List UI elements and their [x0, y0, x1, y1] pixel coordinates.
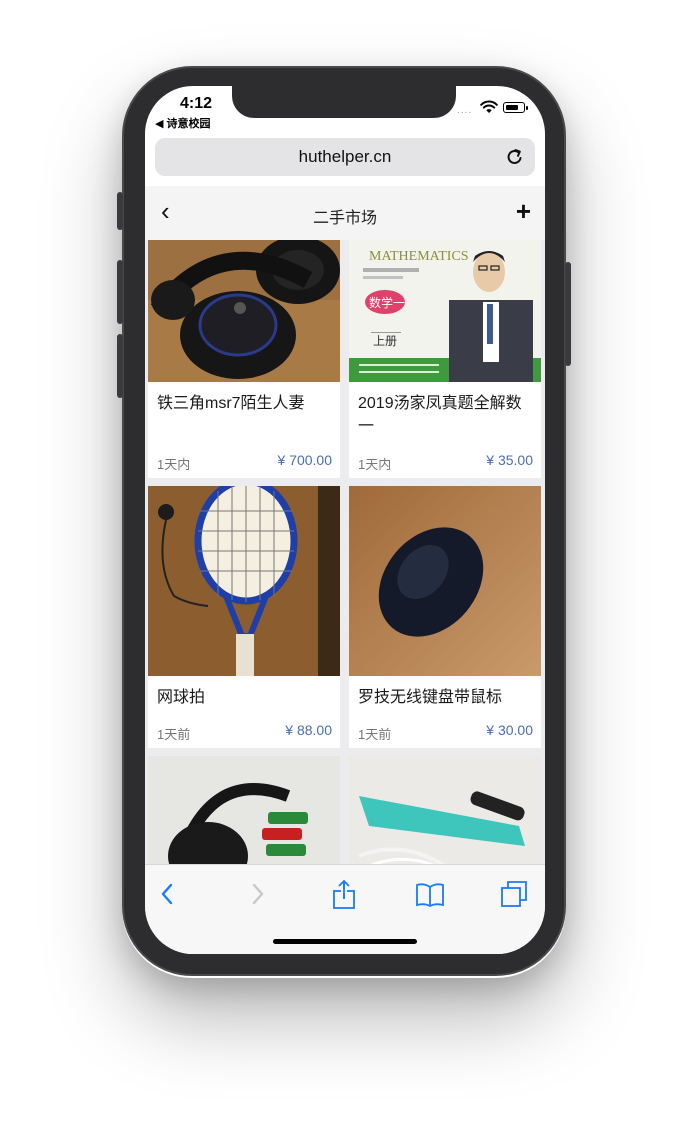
product-grid: 铁三角msr7陌生人妻 1天内 ¥ 700.00 MATHEMATICS 数学一…: [145, 240, 545, 864]
book-cover-volume: 上册: [373, 334, 397, 348]
status-time: 4:12: [180, 95, 213, 112]
volume-up-button: [117, 260, 123, 324]
product-card[interactable]: MATHEMATICS 数学一 上册 2019汤家凤真题全解数一 1天内 ¥ 3…: [349, 240, 541, 478]
product-image-book-cover: MATHEMATICS 数学一 上册: [349, 240, 541, 382]
signal-icon: ....: [457, 105, 473, 116]
product-card[interactable]: 铁三角msr7陌生人妻 1天内 ¥ 700.00: [148, 240, 340, 478]
product-price: ¥ 35.00: [486, 452, 533, 468]
product-title[interactable]: 网球拍: [157, 686, 332, 709]
product-time: 1天前: [157, 727, 191, 742]
reload-icon[interactable]: [505, 147, 525, 167]
back-icon[interactable]: [153, 879, 183, 909]
phone-screen: 4:12 ◀ 诗意校园 .... huthelper.cn ‹ 二手市场 + 铁…: [145, 86, 545, 954]
product-price: ¥ 30.00: [486, 722, 533, 738]
product-image-headphones: [148, 240, 340, 382]
address-bar[interactable]: huthelper.cn: [155, 138, 535, 176]
product-card[interactable]: 网球拍 1天前 ¥ 88.00: [148, 486, 340, 748]
power-button: [565, 262, 571, 366]
book-cover-subject: 数学一: [369, 295, 405, 310]
browser-toolbar: [145, 864, 545, 954]
product-card[interactable]: [148, 756, 340, 864]
product-time: 1天前: [358, 727, 392, 742]
share-icon[interactable]: [329, 879, 359, 909]
page-title: 二手市场: [312, 210, 377, 227]
product-price: ¥ 88.00: [285, 722, 332, 738]
product-title[interactable]: 罗技无线键盘带鼠标: [358, 686, 533, 709]
home-indicator[interactable]: [273, 939, 417, 944]
forward-icon[interactable]: [242, 879, 272, 909]
book-cover-heading: MATHEMATICS: [369, 249, 469, 264]
tabs-icon[interactable]: [499, 879, 529, 909]
phone-notch: [232, 84, 456, 118]
mute-switch: [117, 192, 123, 230]
product-image-mouse: [349, 486, 541, 676]
product-time: 1天内: [358, 457, 392, 472]
product-title[interactable]: 2019汤家凤真题全解数一: [358, 392, 533, 438]
product-card[interactable]: 罗技无线键盘带鼠标 1天前 ¥ 30.00: [349, 486, 541, 748]
product-title[interactable]: 铁三角msr7陌生人妻: [157, 392, 332, 415]
product-image-hair-curler: [349, 756, 541, 864]
navigation-bar: ‹ 二手市场 +: [145, 186, 545, 240]
product-card[interactable]: [349, 756, 541, 864]
wifi-icon: [480, 100, 498, 113]
add-item-button[interactable]: +: [516, 198, 531, 224]
back-to-app-link[interactable]: ◀ 诗意校园: [155, 115, 211, 131]
bookmarks-icon[interactable]: [415, 879, 445, 909]
battery-icon: [503, 102, 528, 113]
url-text[interactable]: huthelper.cn: [155, 147, 535, 167]
volume-down-button: [117, 334, 123, 398]
product-time: 1天内: [157, 457, 191, 472]
product-image-tennis-racket: [148, 486, 340, 676]
product-image-headphones-batteries: [148, 756, 340, 864]
product-price: ¥ 700.00: [277, 452, 333, 468]
